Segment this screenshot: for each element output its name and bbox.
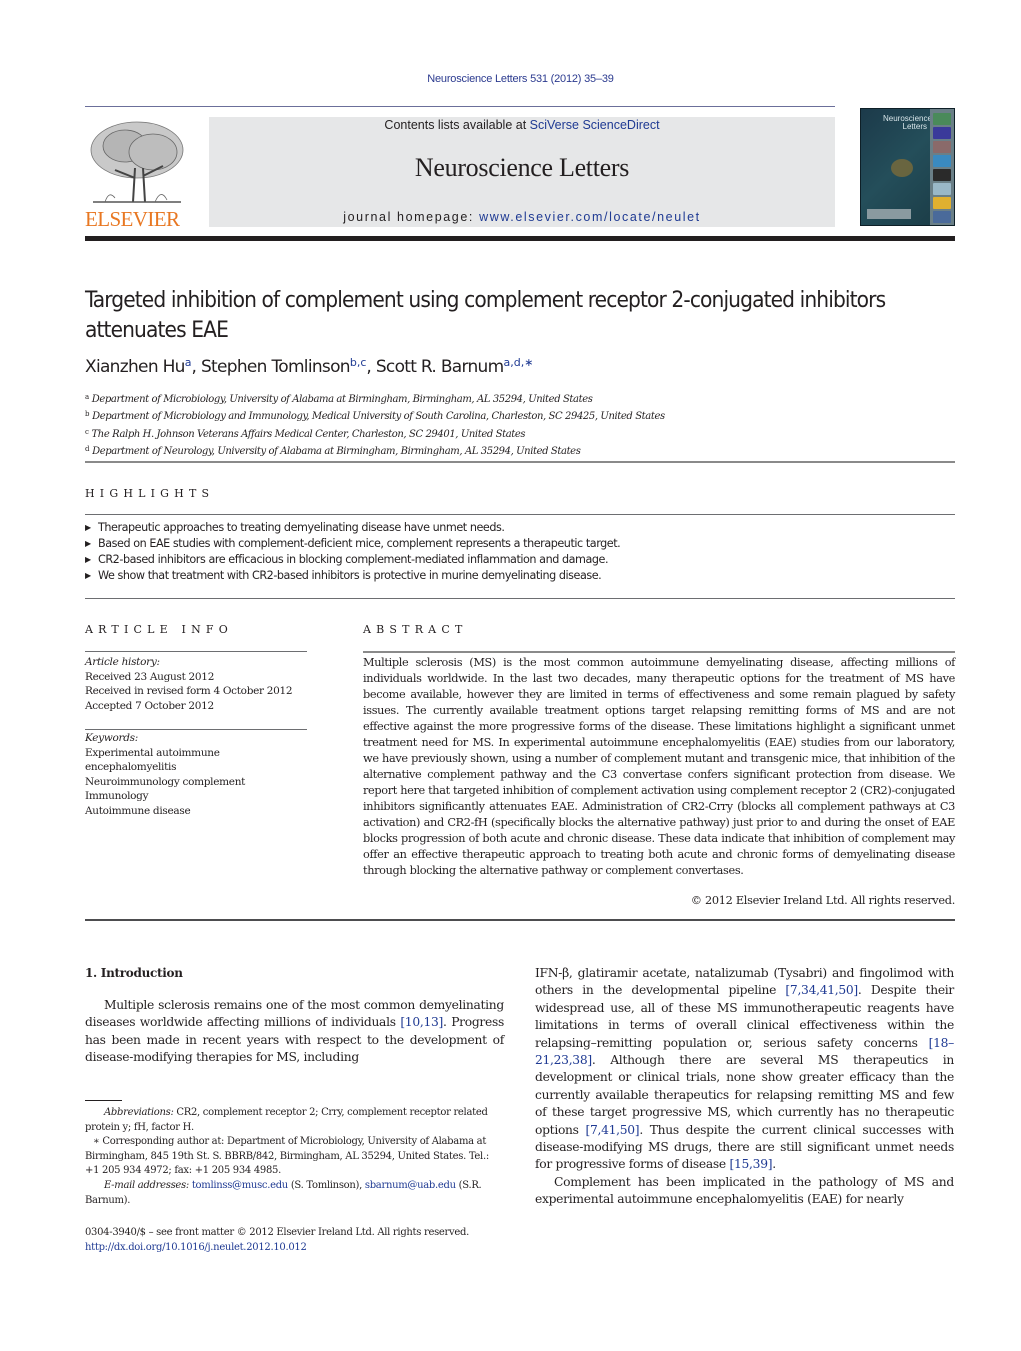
- cover-thumbnail: [933, 155, 951, 167]
- affiliation: c The Ralph H. Johnson Veterans Affairs M…: [85, 427, 526, 440]
- keyword: encephalomyelitis: [85, 761, 177, 773]
- keywords-rule: [85, 729, 307, 730]
- contents-prefix: Contents lists available at: [384, 118, 530, 132]
- highlight-item: CR2-based inhibitors are efficacious in …: [85, 552, 955, 568]
- cover-thumbnail: [933, 197, 951, 209]
- email-link[interactable]: sbarnum@uab.edu: [365, 1180, 456, 1191]
- journal-cover-image: Neuroscience Letters: [860, 108, 955, 226]
- journal-title: Neuroscience Letters: [414, 153, 630, 182]
- email-link[interactable]: tomlinss@musc.edu: [192, 1180, 288, 1191]
- homepage-line: journal homepage: www.elsevier.com/locat…: [209, 210, 835, 224]
- doi-link[interactable]: http://dx.doi.org/10.1016/j.neulet.2012.…: [85, 1242, 307, 1253]
- cover-thumbnail: [933, 127, 951, 139]
- keywords-block: Keywords: Experimental autoimmune enceph…: [85, 731, 307, 818]
- citation-link[interactable]: [10,13]: [400, 1015, 443, 1029]
- elsevier-wordmark: ELSEVIER: [85, 207, 180, 231]
- highlight-item: Based on EAE studies with complement-def…: [85, 536, 955, 552]
- author-name[interactable]: Xianzhen Hu: [85, 357, 185, 377]
- article-history: Article history: Received 23 August 2012…: [85, 655, 307, 713]
- footnotes: Abbreviations: CR2, complement receptor …: [85, 1106, 504, 1208]
- article-info-rule: [85, 651, 307, 652]
- highlights-rule: [85, 514, 955, 515]
- cover-label-box: [867, 209, 911, 219]
- history-entry: Accepted 7 October 2012: [85, 699, 214, 712]
- abstract-copyright: © 2012 Elsevier Ireland Ltd. All rights …: [690, 894, 956, 907]
- masthead-thick-rule: [85, 236, 955, 241]
- highlights-heading: HIGHLIGHTS: [85, 487, 215, 500]
- email-footnote: E-mail addresses: tomlinss@musc.edu (S. …: [85, 1179, 482, 1206]
- author-name[interactable]: Scott R. Barnum: [376, 357, 504, 377]
- introduction-paragraph: Complement has been implicated in the pa…: [535, 1174, 954, 1207]
- author-affiliation-mark[interactable]: a: [185, 356, 192, 369]
- cover-thumbnail: [933, 113, 951, 125]
- affiliation-list: a Department of Microbiology, University …: [85, 390, 665, 460]
- citation-link[interactable]: [15,39]: [730, 1157, 773, 1171]
- affiliation: d Department of Neurology, University of …: [85, 445, 581, 458]
- cover-thumbnail: [933, 141, 951, 153]
- highlights-list: Therapeutic approaches to treating demye…: [85, 520, 955, 584]
- introduction-paragraph: IFN-β, glatiramir acetate, natalizumab (…: [535, 966, 955, 1172]
- homepage-prefix: journal homepage:: [343, 210, 480, 224]
- journal-homepage-link[interactable]: www.elsevier.com/locate/neulet: [479, 210, 701, 224]
- affiliation: a Department of Microbiology, University …: [85, 393, 593, 405]
- introduction-heading: 1. Introduction: [85, 966, 183, 980]
- keyword: Neuroimmunology complement: [85, 775, 246, 788]
- affiliation: b Department of Microbiology and Immunolo…: [85, 410, 665, 423]
- contents-line: Contents lists available at SciVerse Sci…: [209, 118, 835, 132]
- citation-link[interactable]: [7,41,50]: [585, 1123, 639, 1137]
- section-divider: [85, 461, 955, 463]
- abstract-heading: ABSTRACT: [363, 623, 468, 636]
- article-history-label: Article history:: [85, 656, 160, 668]
- article-info-heading: ARTICLE INFO: [85, 623, 233, 636]
- introduction-paragraph: Multiple sclerosis remains one of the mo…: [85, 998, 504, 1065]
- abstract-body: Multiple sclerosis (MS) is the most comm…: [363, 656, 955, 877]
- highlights-bottom-rule: [85, 598, 955, 599]
- citation-link[interactable]: [7,34,41,50]: [785, 983, 858, 997]
- journal-reference[interactable]: Neuroscience Letters 531 (2012) 35–39: [0, 73, 1021, 85]
- author-affiliation-mark[interactable]: b,c: [350, 356, 367, 369]
- highlight-item: Therapeutic approaches to treating demye…: [85, 520, 955, 536]
- cover-neuron-graphic: [891, 159, 913, 177]
- cover-thumbnail-strip: [930, 109, 954, 225]
- cover-thumbnail: [933, 183, 951, 195]
- issn-line: 0304-3940/$ – see front matter © 2012 El…: [85, 1227, 469, 1238]
- history-entry: Received in revised form 4 October 2012: [85, 685, 293, 697]
- author-name[interactable]: Stephen Tomlinson: [201, 357, 351, 377]
- history-entry: Received 23 August 2012: [85, 670, 215, 683]
- corresponding-author-footnote: ∗ Corresponding author at: Department of…: [85, 1136, 489, 1177]
- introduction-right-column: IFN-β, glatiramir acetate, natalizumab (…: [535, 965, 954, 1209]
- article-title: Targeted inhibition of complement using …: [85, 287, 886, 343]
- front-matter-divider: [85, 919, 955, 921]
- cover-title: Neuroscience Letters: [883, 114, 932, 131]
- header-rule: [85, 106, 835, 107]
- sciencedirect-link[interactable]: SciVerse ScienceDirect: [530, 118, 660, 132]
- abstract-rule: [363, 651, 955, 653]
- keyword: Experimental autoimmune: [85, 746, 220, 759]
- cover-thumbnail: [933, 211, 951, 223]
- author-list: Xianzhen Hua, Stephen Tomlinsonb,c, Scot…: [85, 356, 534, 377]
- author-affiliation-mark[interactable]: a,d,∗: [504, 356, 534, 369]
- highlight-item: We show that treatment with CR2-based in…: [85, 568, 955, 584]
- keywords-label: Keywords:: [85, 732, 138, 744]
- footnote-rule: [85, 1100, 122, 1101]
- abbreviations-footnote: Abbreviations: CR2, complement receptor …: [85, 1107, 488, 1133]
- keyword: Immunology: [85, 790, 149, 802]
- keyword: Autoimmune disease: [85, 804, 191, 817]
- front-matter-block: 0304-3940/$ – see front matter © 2012 El…: [85, 1225, 525, 1255]
- cover-thumbnail: [933, 169, 951, 181]
